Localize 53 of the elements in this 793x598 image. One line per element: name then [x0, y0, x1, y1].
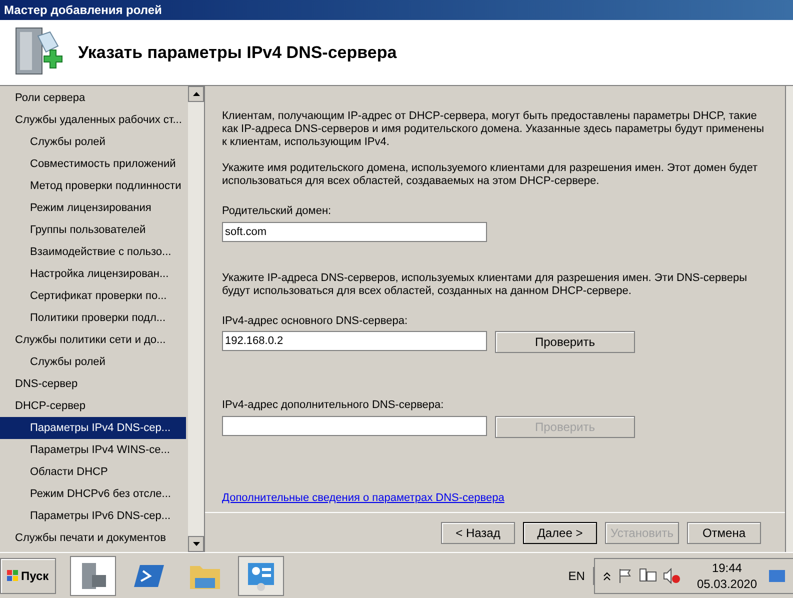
- chevron-up-icon[interactable]: [602, 570, 611, 580]
- dns-label: IPv4-адрес дополнительного DNS-сервера:: [222, 398, 445, 413]
- server-manager-icon[interactable]: [70, 556, 116, 596]
- nav-item[interactable]: Режим лицензирования: [0, 197, 186, 219]
- show-desktop-button[interactable]: [769, 570, 785, 582]
- dialog-button[interactable]: Далее >: [523, 522, 597, 544]
- start-button[interactable]: Пуск: [0, 558, 56, 594]
- down-arrow-icon: [192, 542, 200, 546]
- muted-speaker-icon[interactable]: [662, 568, 681, 584]
- nav-item[interactable]: Роли сервера: [0, 87, 186, 109]
- domain-label: Родительский домен:: [222, 204, 332, 219]
- dialog-button[interactable]: < Назад: [441, 522, 515, 544]
- nav-item[interactable]: Взаимодействие с пользо...: [0, 241, 186, 263]
- nav-item[interactable]: Области DHCP: [0, 461, 186, 483]
- page-heading: Указать параметры IPv4 DNS-сервера: [78, 42, 397, 64]
- intro-text: Клиентам, получающим IP-адрес от DHCP-сервера, могут быть предоставлены параметры DHCP, такие как IP-адреса DNS-серверов и имя родительского домена. Указанные здесь параметры будут применены к клиентам, использующим IPv4.: [222, 110, 765, 149]
- network-icon[interactable]: [638, 568, 657, 584]
- domain-field[interactable]: soft.com: [222, 222, 487, 242]
- nav-item[interactable]: Службы удаленных рабочих ст...: [0, 109, 186, 131]
- nav-item[interactable]: Группы пользователей: [0, 219, 186, 241]
- domain-hint: Укажите имя родительского домена, используемого клиентами для разрешения имен. Этот домен будет использоваться для всех областей, создаваемых на этом DHCP-сервере.: [222, 162, 758, 188]
- dns-info-link[interactable]: Дополнительные сведения о параметрах DNS-сервера: [222, 490, 765, 506]
- nav-item[interactable]: Совместимость приложений: [0, 153, 186, 175]
- dns-label: IPv4-адрес основного DNS-сервера:: [222, 314, 409, 328]
- nav-item[interactable]: Политики проверки подл...: [0, 307, 186, 329]
- up-arrow-icon: [192, 92, 200, 96]
- nav-item[interactable]: Службы ролей: [0, 131, 186, 153]
- clock-time: 19:44: [712, 560, 742, 576]
- control-panel-icon[interactable]: [238, 556, 284, 596]
- dialog-button[interactable]: Отмена: [687, 522, 761, 544]
- scrollbar[interactable]: [188, 86, 204, 552]
- nav-item[interactable]: Параметры IPv6 DNS-сер...: [0, 505, 186, 527]
- nav-item[interactable]: Сертификат проверки по...: [0, 285, 186, 307]
- scrollbar[interactable]: [785, 86, 793, 552]
- nav-item[interactable]: Метод проверки подлинности: [0, 175, 186, 197]
- language-indicator[interactable]: EN: [560, 566, 594, 584]
- windows-logo-icon: [7, 570, 19, 582]
- flag-icon[interactable]: [616, 568, 633, 584]
- nav-item[interactable]: DNS-сервер: [0, 373, 186, 395]
- nav-item[interactable]: Настройка лицензирован...: [0, 263, 186, 285]
- nav-item[interactable]: Параметры IPv4 DNS-сер...: [0, 417, 186, 439]
- window-title: Мастер добавления ролей: [4, 2, 162, 19]
- dialog-button[interactable]: Проверить: [495, 331, 635, 353]
- dns-field[interactable]: 192.168.0.2: [222, 331, 487, 351]
- nav-item[interactable]: DHCP-сервер: [0, 395, 186, 417]
- nav-item[interactable]: Режим DHCPv6 без отсле...: [0, 483, 186, 505]
- nav-item[interactable]: Службы политики сети и до...: [0, 329, 186, 351]
- nav-item[interactable]: Параметры IPv4 WINS-се...: [0, 439, 186, 461]
- clock-date: 05.03.2020: [696, 576, 757, 592]
- dns-hint: Укажите IP-адреса DNS-серверов, используемых клиентами для разрешения имен. Эти DNS-серверы будут использоваться для всех областей, созданных на данном DHCP-сервере.: [222, 272, 748, 298]
- dns-field[interactable]: [222, 416, 487, 436]
- nav-item[interactable]: Службы ролей: [0, 351, 186, 373]
- nav-item[interactable]: Службы печати и документов: [0, 527, 186, 549]
